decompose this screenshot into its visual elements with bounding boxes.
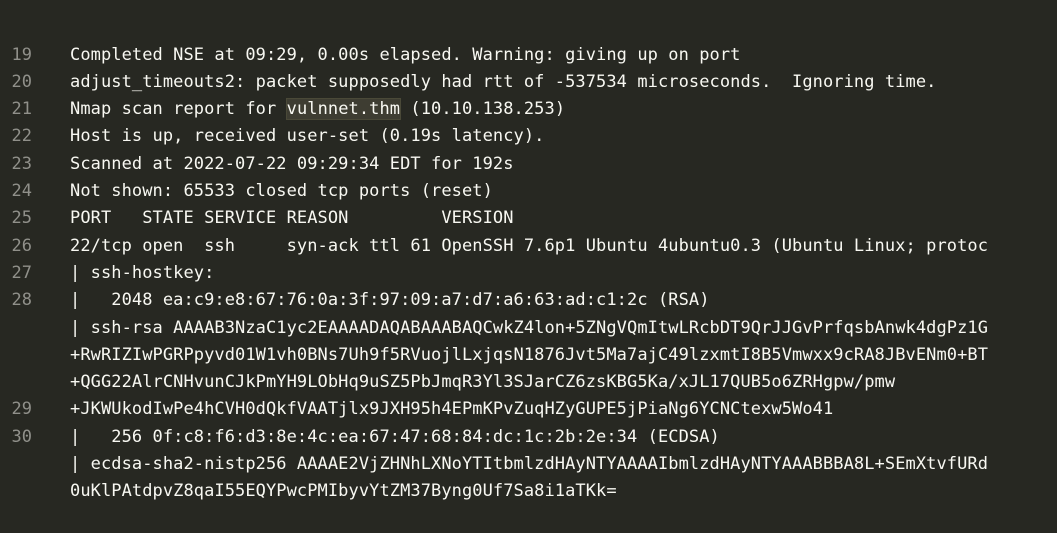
code-line-wrap: +JKWUkodIwPe4hCVH0dQkfVAATjlx9JXH95h4EPm…: [0, 342, 1057, 419]
code-line-wrap: +RwRIZIwPGRPpyvd01W1vh0BNs7Uh9f5RVuojlLx…: [0, 287, 1057, 365]
code-line: 29 | 256 0f:c8:f6:d3:8e:4c:ea:67:47:68:8…: [0, 369, 1057, 446]
line-text: | ecdsa-sha2-nistp256 AAAAE2VjZHNhLXNoYT…: [70, 454, 989, 475]
code-line-wrap: +QGG22AlrCNHvunCJkPmYH9LObHq9uSZ5PbJmqR3…: [0, 315, 1057, 392]
code-line-wrap: 0uKlPAtdpvZ8qaI55EQYPwcPMIbyvYtZM37Byng0…: [0, 424, 1057, 501]
code-line: 21 Host is up, received user-set (0.19s …: [0, 69, 1057, 146]
code-line: Completed NSE at 09:29, 0.00s elapsed. W…: [0, 0, 1057, 65]
code-line: 27 | 2048 ea:c9:e8:67:76:0a:3f:97:09:a7:…: [0, 233, 1057, 310]
code-line: 30 | ecdsa-sha2-nistp256 AAAAE2VjZHNhLXN…: [0, 396, 1057, 474]
line-text: 0uKlPAtdpvZ8qaI55EQYPwcPMIbyvYtZM37Byng0…: [70, 481, 617, 502]
code-editor[interactable]: Completed NSE at 09:29, 0.00s elapsed. W…: [0, 0, 1057, 502]
code-line: 28 | ssh-rsa AAAAB3NzaC1yc2EAAAADAQABAAA…: [0, 260, 1057, 337]
code-line: 26 | ssh-hostkey:: [0, 205, 1057, 283]
code-line: 23 Not shown: 65533 closed tcp ports (re…: [0, 123, 1057, 201]
code-line: 22 Scanned at 2022-07-22 09:29:34 EDT fo…: [0, 96, 1057, 173]
code-line: 20 Nmap scan report for vulnnet.thm (10.…: [0, 42, 1057, 121]
code-line: 19 adjust_timeouts2: packet supposedly h…: [0, 14, 1057, 92]
code-line: 24 PORT STATE SERVICE REASON VERSION: [0, 151, 1057, 228]
code-line: 25 22/tcp open ssh syn-ack ttl 61 OpenSS…: [0, 178, 1057, 255]
